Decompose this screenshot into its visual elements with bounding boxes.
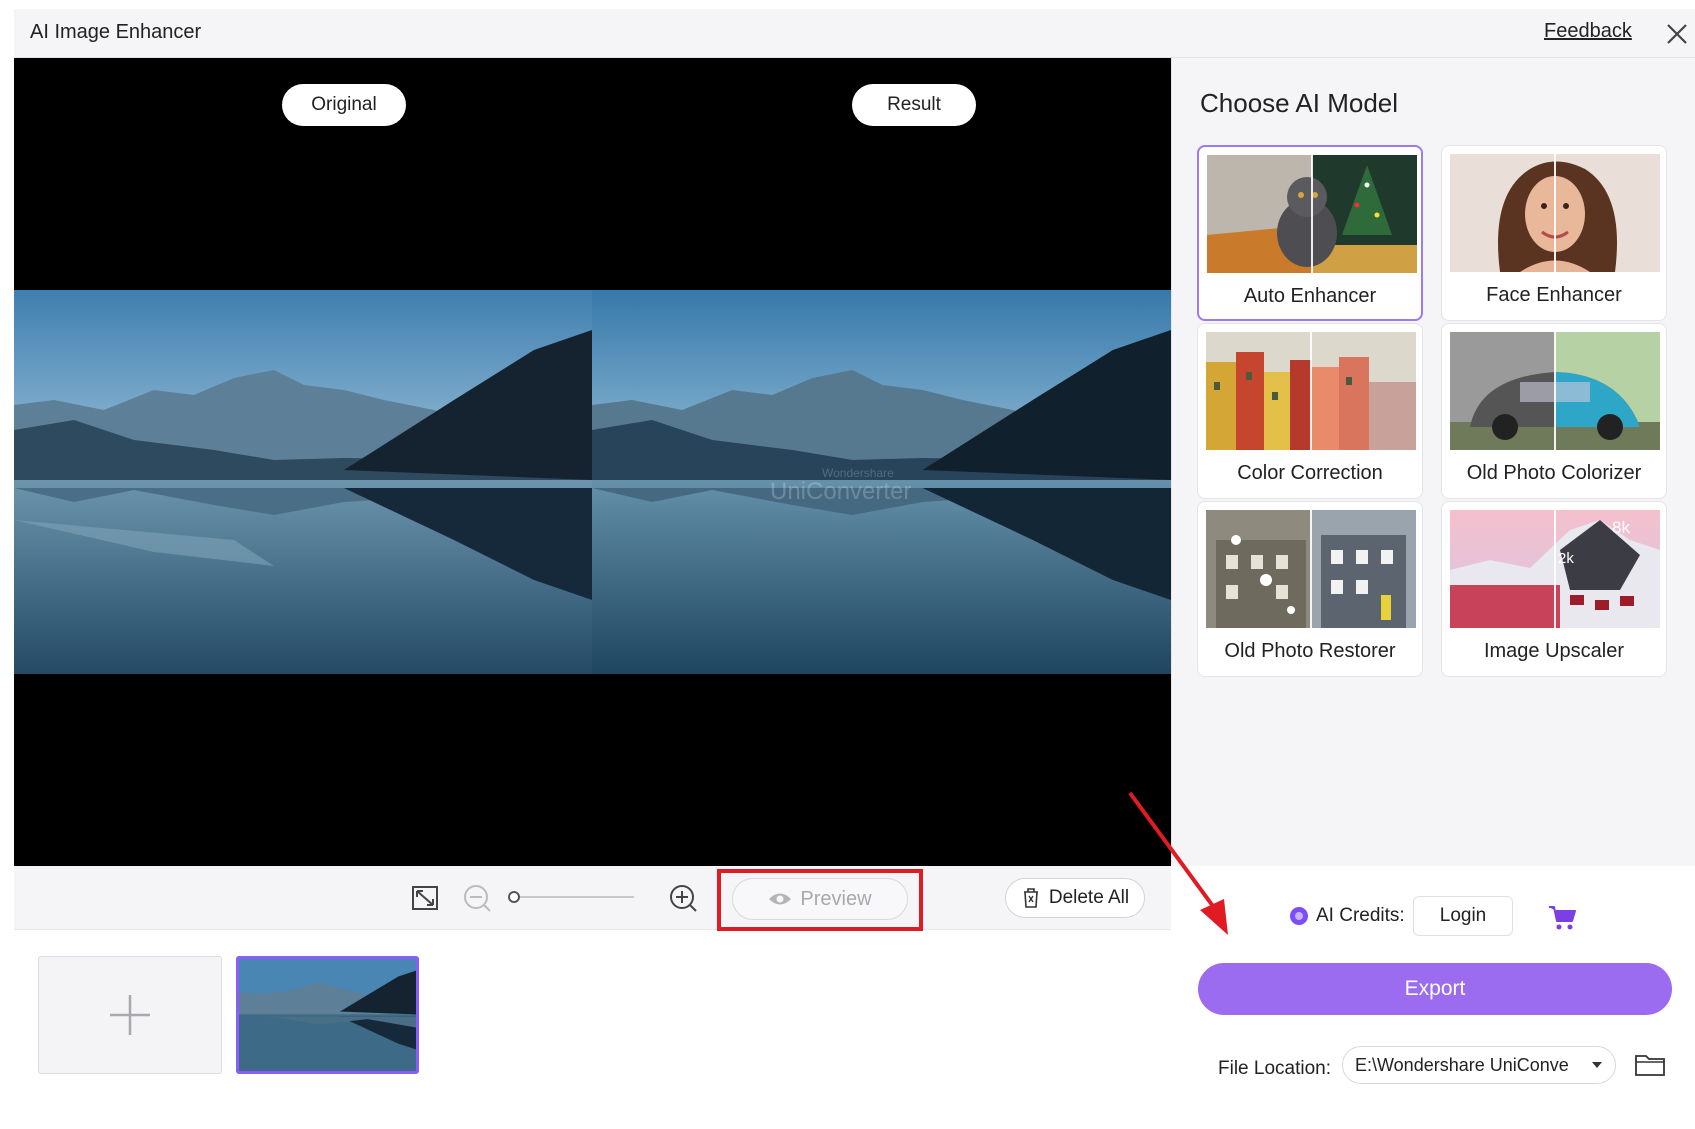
red-arrow-annotation [1128,791,1228,935]
upscale-badge-8k: 8k [1612,518,1630,537]
fit-screen-icon[interactable] [408,881,442,915]
model-card-old-photo-colorizer[interactable]: Old Photo Colorizer [1441,323,1667,499]
image-upscaler-thumbnail: 8k 2k [1450,510,1660,628]
model-label: Face Enhancer [1486,284,1622,306]
color-correction-thumbnail [1206,332,1416,450]
upscale-badge-2k: 2k [1558,550,1574,567]
model-label: Color Correction [1237,462,1383,484]
close-icon[interactable] [1662,19,1692,49]
credits-icon [1290,907,1308,925]
model-card-color-correction[interactable]: Color Correction [1197,323,1423,499]
export-button[interactable]: Export [1198,963,1672,1015]
feedback-link[interactable]: Feedback [1544,20,1632,43]
preview-toolbar: Preview Delete All [14,866,1171,931]
file-location-label: File Location: [1218,1058,1332,1079]
login-button[interactable]: Login [1413,896,1513,936]
title-bar: AI Image Enhancer Feedback [14,9,1695,58]
chevron-down-icon[interactable] [1590,1058,1604,1072]
result-label: Result [852,84,976,126]
app-title: AI Image Enhancer [30,21,202,43]
result-image: Wondershare UniConverter [592,290,1171,674]
old-photo-restorer-thumbnail [1206,510,1416,628]
model-card-old-photo-restorer[interactable]: Old Photo Restorer [1197,501,1423,677]
add-image-button[interactable] [38,956,222,1074]
zoom-out-icon[interactable] [460,881,494,915]
preview-area: Original Result Wondershare UniConverter [14,58,1171,866]
face-enhancer-thumbnail [1450,154,1660,272]
trash-icon [1023,888,1038,908]
panel-heading: Choose AI Model [1200,88,1399,118]
file-location-select[interactable]: E:\Wondershare UniConve [1342,1046,1616,1084]
zoom-in-icon[interactable] [666,881,700,915]
model-label: Image Upscaler [1483,640,1625,662]
ai-credits: AI Credits: [1290,905,1405,927]
original-image [14,290,592,674]
model-label: Old Photo Restorer [1224,640,1396,662]
file-location-value: E:\Wondershare UniConve [1355,1054,1569,1075]
old-photo-colorizer-thumbnail [1450,332,1660,450]
model-card-auto-enhancer[interactable]: Auto Enhancer [1197,145,1423,321]
model-label: Old Photo Colorizer [1466,462,1642,484]
auto-enhancer-thumbnail [1207,155,1417,273]
model-card-image-upscaler[interactable]: 8k 2k Image Upscaler [1441,501,1667,677]
delete-all-label: Delete All [1048,887,1130,908]
preview-label: Preview [800,887,872,910]
model-card-face-enhancer[interactable]: Face Enhancer [1441,145,1667,321]
watermark: UniConverter [770,478,912,505]
folder-icon[interactable] [1634,1050,1666,1078]
credits-label: AI Credits: [1316,905,1405,926]
image-thumbnail[interactable] [236,956,419,1074]
plus-icon [110,995,150,1035]
original-label: Original [282,84,406,126]
cart-icon[interactable] [1547,903,1577,931]
model-label: Auto Enhancer [1243,285,1377,307]
zoom-slider-track[interactable] [516,896,634,898]
eye-icon [769,893,792,905]
zoom-slider-knob[interactable] [508,891,520,903]
model-panel: Choose AI Model Auto Enhancer Face Enhan… [1171,58,1695,866]
preview-button[interactable]: Preview [732,878,908,920]
